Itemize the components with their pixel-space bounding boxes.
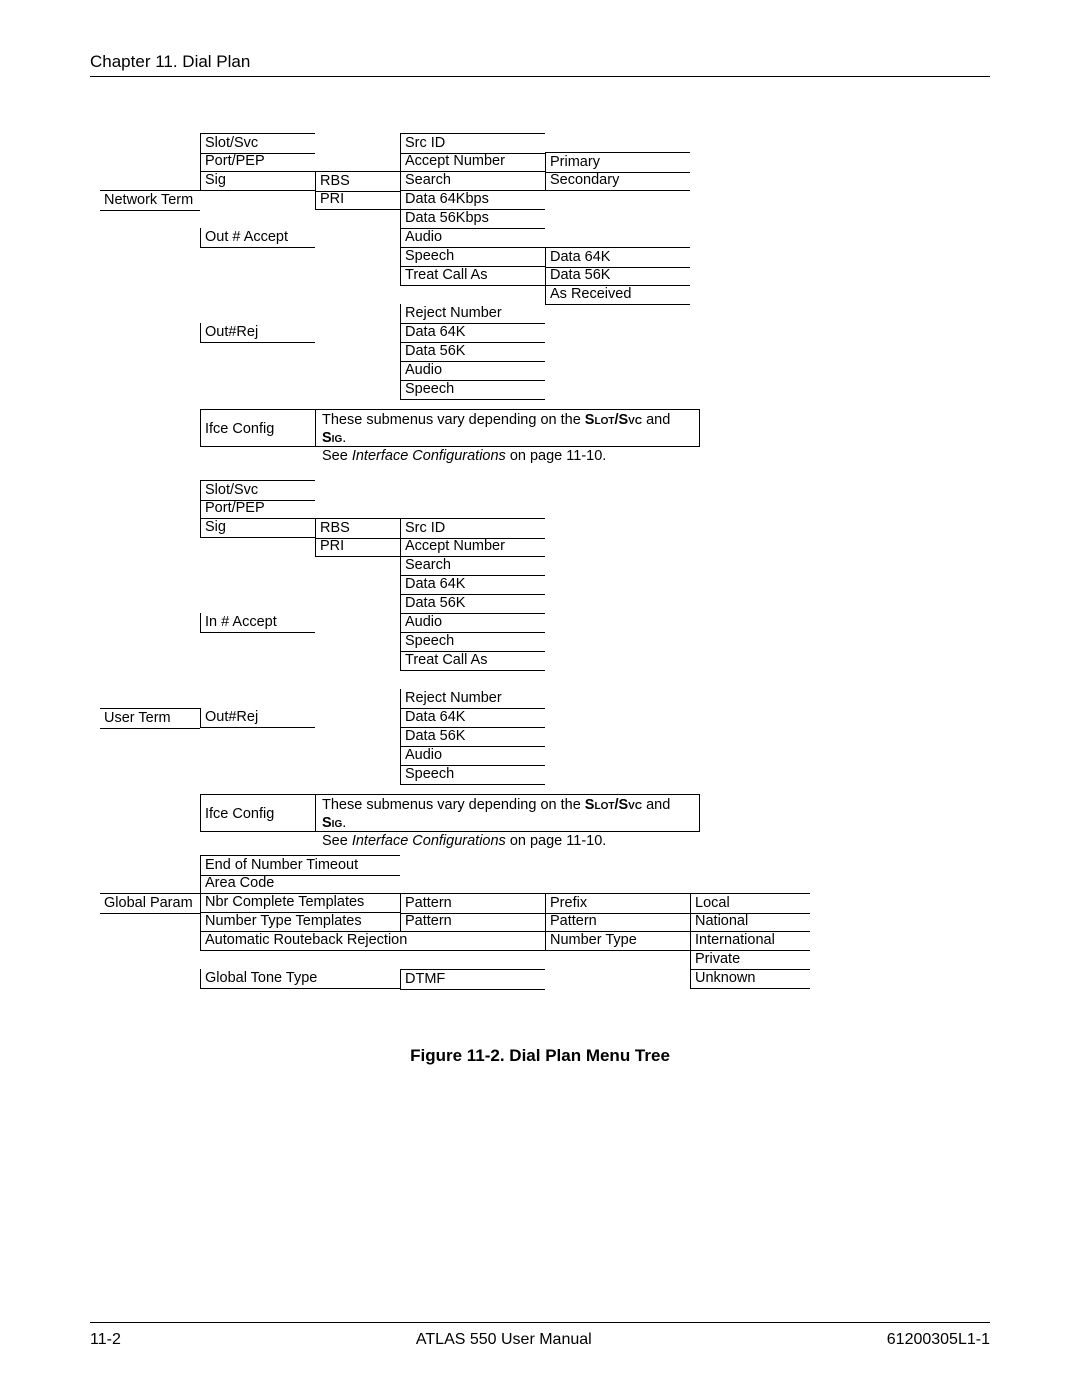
c4-accept2: Accept Number: [400, 537, 545, 557]
c3-pri: PRI: [315, 190, 400, 210]
c4-audio3: Audio: [400, 613, 545, 633]
c6-intl: International: [690, 931, 810, 951]
c5-pattern: Pattern: [545, 912, 690, 932]
c5-primary: Primary: [545, 152, 690, 173]
c5-asrecv: As Received: [545, 285, 690, 305]
c2-sig2: Sig: [200, 518, 315, 538]
c5-secondary: Secondary: [545, 171, 690, 191]
c4-treat: Treat Call As: [400, 266, 545, 286]
c3-rbs2: RBS: [315, 518, 400, 539]
col1-global-param: Global Param: [100, 893, 200, 914]
c2-out-rej: Out#Rej: [200, 323, 315, 343]
note2-sig: Sig: [322, 815, 342, 831]
c4-pattern2: Pattern: [400, 912, 545, 932]
c5-prefix: Prefix: [545, 893, 690, 914]
note-pre: These submenus vary depending on the: [322, 412, 585, 428]
col1-network-term: Network Term: [100, 190, 200, 211]
note-dot: .: [342, 430, 346, 446]
c4-reject: Reject Number: [400, 304, 545, 324]
header-rule: [90, 76, 990, 77]
note-post: on page 11-10.: [506, 448, 607, 464]
footer-left: 11-2: [90, 1331, 121, 1349]
c2-nbr-compl: Nbr Complete Templates: [200, 893, 400, 913]
c2-eon: End of Number Timeout: [200, 855, 400, 876]
c4-d64k: Data 64K: [400, 323, 545, 343]
c4-d64k3: Data 64K: [400, 708, 545, 728]
ifce-note-2: These submenus vary depending on the Slo…: [315, 794, 700, 832]
note2-slotsvc: Slot/Svc: [585, 797, 642, 813]
c2-slot-svc2: Slot/Svc: [200, 480, 315, 501]
c4-d56k3: Data 56K: [400, 727, 545, 747]
figure-caption: Figure 11-2. Dial Plan Menu Tree: [0, 1046, 1080, 1066]
note-slotsvc: Slot/Svc: [585, 412, 642, 428]
note2-dot: .: [342, 815, 346, 831]
note2-post: on page 11-10.: [506, 833, 607, 849]
note-ital: Interface Configurations: [352, 448, 506, 464]
c4-speech: Speech: [400, 247, 545, 267]
c5-d64k: Data 64K: [545, 247, 690, 268]
c5-d56k: Data 56K: [545, 266, 690, 286]
c2-global-tone: Global Tone Type: [200, 969, 400, 989]
c4-pattern: Pattern: [400, 893, 545, 914]
footer-right: 61200305L1-1: [887, 1331, 990, 1349]
note-sig: Sig: [322, 430, 342, 446]
c2-auto-route: Automatic Routeback Rejection: [200, 931, 545, 951]
c6-local: Local: [690, 893, 810, 914]
c2-in-accept: In # Accept: [200, 613, 315, 633]
c4-d56k2: Data 56K: [400, 594, 545, 614]
c4-d56k: Data 56K: [400, 342, 545, 362]
c4-reject2: Reject Number: [400, 689, 545, 709]
c2-port-pep: Port/PEP: [200, 152, 315, 172]
c4-speech4: Speech: [400, 765, 545, 785]
c2-ifce-config2: Ifce Config: [200, 794, 315, 832]
c4-audio2: Audio: [400, 361, 545, 381]
note-and: and: [642, 412, 670, 428]
c4-src-id: Src ID: [400, 133, 545, 154]
ifce-note-1: These submenus vary depending on the Slo…: [315, 409, 700, 447]
page-footer: 11-2 ATLAS 550 User Manual 61200305L1-1: [90, 1322, 990, 1349]
c3-pri2: PRI: [315, 537, 400, 557]
c4-d64k2: Data 64K: [400, 575, 545, 595]
note2-pre: These submenus vary depending on the: [322, 797, 585, 813]
chapter-header: Chapter 11. Dial Plan: [90, 52, 990, 72]
c6-national: National: [690, 912, 810, 932]
c2-nbr-type: Number Type Templates: [200, 912, 400, 932]
c2-port-pep2: Port/PEP: [200, 499, 315, 519]
c4-audio: Audio: [400, 228, 545, 248]
c4-speech2: Speech: [400, 380, 545, 400]
c4-accept: Accept Number: [400, 152, 545, 172]
c2-sig: Sig: [200, 171, 315, 191]
c5-nbrtype: Number Type: [545, 931, 690, 951]
c4-d56kbps: Data 56Kbps: [400, 209, 545, 229]
c4-search: Search: [400, 171, 545, 191]
c4-audio4: Audio: [400, 746, 545, 766]
c2-out-rej2: Out#Rej: [200, 708, 315, 728]
c2-out-accept: Out # Accept: [200, 228, 315, 248]
c4-d64kbps: Data 64Kbps: [400, 190, 545, 210]
c4-dtmf: DTMF: [400, 969, 545, 990]
c4-srcid2: Src ID: [400, 518, 545, 539]
c3-rbs: RBS: [315, 171, 400, 192]
c4-treat2: Treat Call As: [400, 651, 545, 671]
c6-unknown: Unknown: [690, 969, 810, 989]
note-see: See: [322, 448, 352, 464]
footer-center: ATLAS 550 User Manual: [416, 1331, 592, 1349]
note2-ital: Interface Configurations: [352, 833, 506, 849]
note2-and: and: [642, 797, 670, 813]
note2-see: See: [322, 833, 352, 849]
col1-user-term: User Term: [100, 708, 200, 729]
c2-slot-svc: Slot/Svc: [200, 133, 315, 154]
c6-private: Private: [690, 950, 810, 970]
c4-speech3: Speech: [400, 632, 545, 652]
c2-ifce-config: Ifce Config: [200, 409, 315, 447]
c4-search2: Search: [400, 556, 545, 576]
c2-area-code: Area Code: [200, 874, 400, 894]
